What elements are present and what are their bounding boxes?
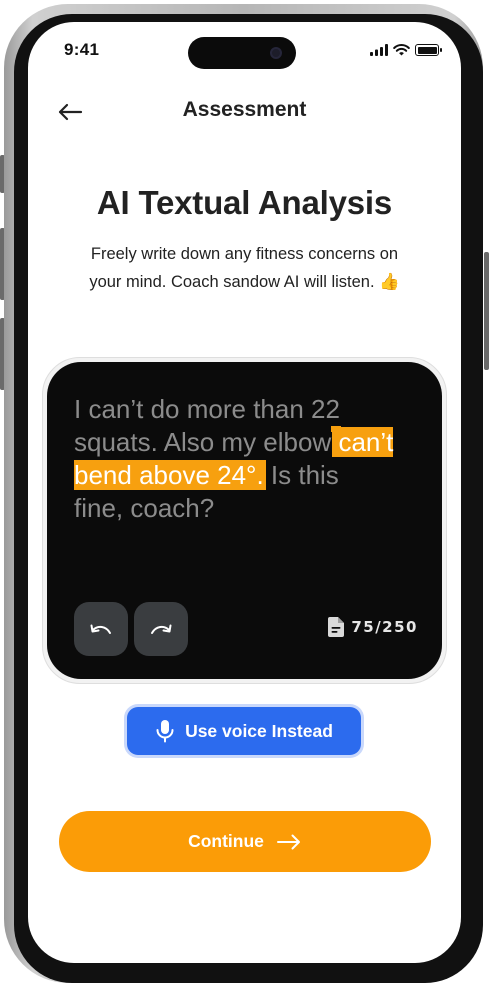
phone-power-button [484,252,489,370]
concern-textarea[interactable]: I can’t do more than 22 squats. Also my … [74,393,394,525]
continue-label: Continue [188,831,264,851]
redo-icon [151,624,172,634]
arrow-right-icon [276,834,300,849]
status-time: 9:41 [64,40,100,59]
use-voice-button[interactable]: Use voice Instead [127,707,361,755]
section-heading: AI Textual Analysis [96,184,393,221]
cellular-signal-icon [370,44,388,56]
battery-icon [415,44,442,56]
microphone-icon [156,720,174,743]
char-counter: 75/250 [328,617,418,637]
redo-button[interactable] [134,602,188,656]
text-entry-card[interactable]: I can’t do more than 22 squats. Also my … [47,362,442,679]
char-count-text: 75/250 [351,618,418,636]
undo-icon [90,624,111,634]
voice-button-outline: Use voice Instead [124,704,364,758]
subtitle-line-2: your mind. Coach sandow AI will listen. … [89,273,400,291]
wifi-icon [393,44,410,56]
front-camera-icon [270,47,282,59]
page-title: Assessment [182,98,307,121]
continue-button[interactable]: Continue [59,811,431,872]
app-screen: 9:41 Assessment AI Textual Analysis Free… [28,22,461,963]
dynamic-island [188,37,296,69]
nav-bar: Assessment [28,94,461,130]
status-bar: 9:41 [28,22,461,72]
document-icon [328,617,345,637]
subtitle-line-1: Freely write down any fitness concerns o… [90,245,399,263]
undo-button[interactable] [74,602,128,656]
status-icons [370,43,442,57]
battery-level [417,46,437,54]
entry-text-plain: I can’t do more than 22 squats. Also my … [74,394,340,457]
text-entry-card-border: I can’t do more than 22 squats. Also my … [42,357,447,684]
section-subtitle: Freely write down any fitness concerns o… [58,240,431,296]
selection-end-handle[interactable] [335,426,342,432]
use-voice-label: Use voice Instead [185,720,333,741]
